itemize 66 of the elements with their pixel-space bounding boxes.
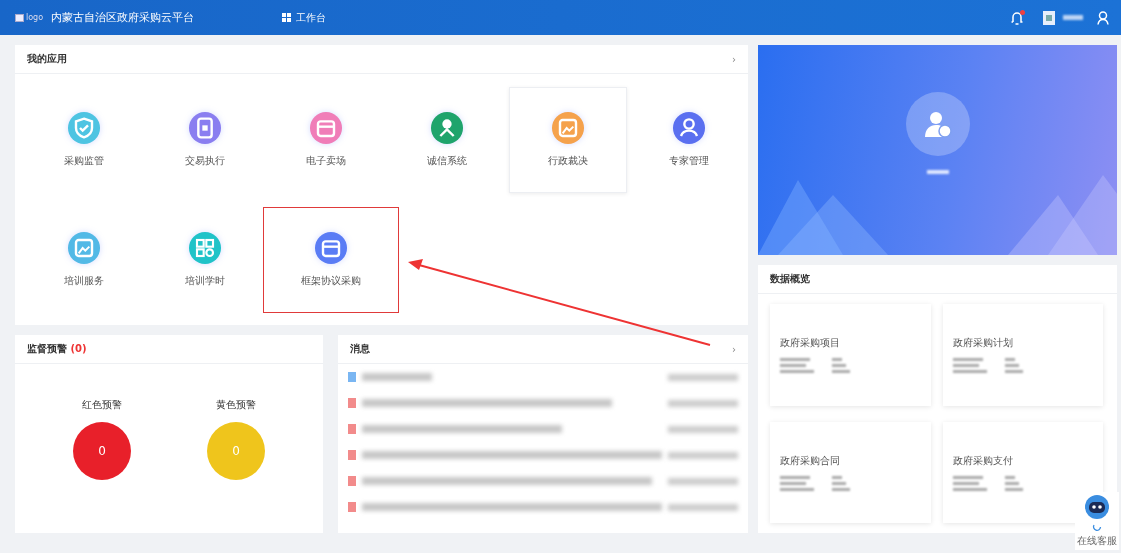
- app-label: 采购监管: [64, 154, 104, 168]
- panel-title: 监督预警 (0): [27, 342, 87, 356]
- broken-image-icon: [15, 13, 24, 22]
- blurred-date: [668, 425, 738, 433]
- alert-count-circle: 0: [73, 421, 131, 480]
- blurred-date: [668, 477, 738, 485]
- alert-count-circle: 0: [207, 421, 265, 480]
- blurred-message-text[interactable]: [362, 503, 662, 511]
- app-tile[interactable]: 电子卖场: [267, 87, 385, 193]
- app-tile[interactable]: 采购监管: [25, 87, 143, 193]
- app-tile[interactable]: 培训学时: [146, 207, 264, 313]
- blurred-user-name: [926, 170, 949, 174]
- app-tile[interactable]: 培训服务: [25, 207, 143, 313]
- blurred-date: [668, 503, 738, 511]
- alert-label: 黄色预警: [216, 397, 256, 412]
- user-icon: [922, 109, 953, 139]
- card-title: 政府采购计划: [952, 336, 1014, 351]
- blurred-message-text[interactable]: [362, 425, 562, 433]
- platform-title: 内蒙古自治区政府采购云平台: [51, 10, 195, 25]
- blurred-date: [668, 451, 738, 459]
- card-title: 政府采购支付: [952, 453, 1014, 468]
- blurred-figures: [780, 475, 850, 491]
- panel-title: 数据概览: [770, 272, 810, 286]
- overview-card[interactable]: 政府采购项目: [770, 304, 931, 406]
- logo-alt-text[interactable]: logo: [15, 13, 44, 22]
- app-label: 培训服务: [64, 274, 104, 288]
- robot-icon: [1084, 494, 1110, 520]
- more-link[interactable]: ›: [732, 343, 736, 355]
- support-widget[interactable]: 在线客服: [1075, 492, 1119, 550]
- bell-icon[interactable]: [1011, 10, 1023, 25]
- blurred-user-name: [1063, 15, 1083, 20]
- workbench-link[interactable]: 工作台: [282, 10, 327, 25]
- blurred-message-text[interactable]: [362, 477, 652, 485]
- app-tile[interactable]: 行政裁决: [509, 87, 627, 193]
- blurred-figures: [780, 358, 850, 374]
- card-title: 政府采购项目: [780, 336, 841, 351]
- blurred-date: [668, 373, 738, 381]
- app-label: 电子卖场: [306, 154, 346, 168]
- overview-card[interactable]: 政府采购合同: [770, 421, 931, 523]
- app-tile[interactable]: 框架协议采购: [263, 207, 399, 313]
- blurred-message-text[interactable]: [362, 399, 612, 407]
- alert-label: 红色预警: [82, 397, 122, 412]
- panel-title: 我的应用: [27, 52, 67, 66]
- card-title: 政府采购合同: [780, 453, 841, 468]
- blurred-figures: [952, 475, 1023, 491]
- app-label: 行政裁决: [548, 154, 588, 168]
- blurred-figures: [952, 358, 1023, 374]
- overview-card[interactable]: 政府采购计划: [942, 304, 1103, 406]
- app-label: 交易执行: [185, 154, 225, 168]
- panel-title: 消息: [350, 342, 370, 356]
- blurred-message-text[interactable]: [362, 451, 662, 459]
- app-tile[interactable]: 诚信系统: [388, 87, 506, 193]
- support-label: 在线客服: [1077, 534, 1117, 548]
- refresh-icon: [1092, 522, 1102, 532]
- user-icon[interactable]: [1097, 10, 1109, 25]
- app-label: 框架协议采购: [301, 274, 361, 288]
- app-label: 诚信系统: [427, 154, 467, 168]
- app-label: 培训学时: [185, 274, 225, 288]
- app-tile[interactable]: 交易执行: [146, 87, 264, 193]
- app-label: 专家管理: [669, 154, 709, 168]
- blurred-message-text[interactable]: [362, 373, 432, 381]
- more-link[interactable]: ›: [732, 53, 736, 65]
- blurred-date: [668, 399, 738, 407]
- avatar-icon[interactable]: [1043, 10, 1055, 25]
- grid-icon: [282, 13, 292, 22]
- app-tile[interactable]: 专家管理: [630, 87, 748, 193]
